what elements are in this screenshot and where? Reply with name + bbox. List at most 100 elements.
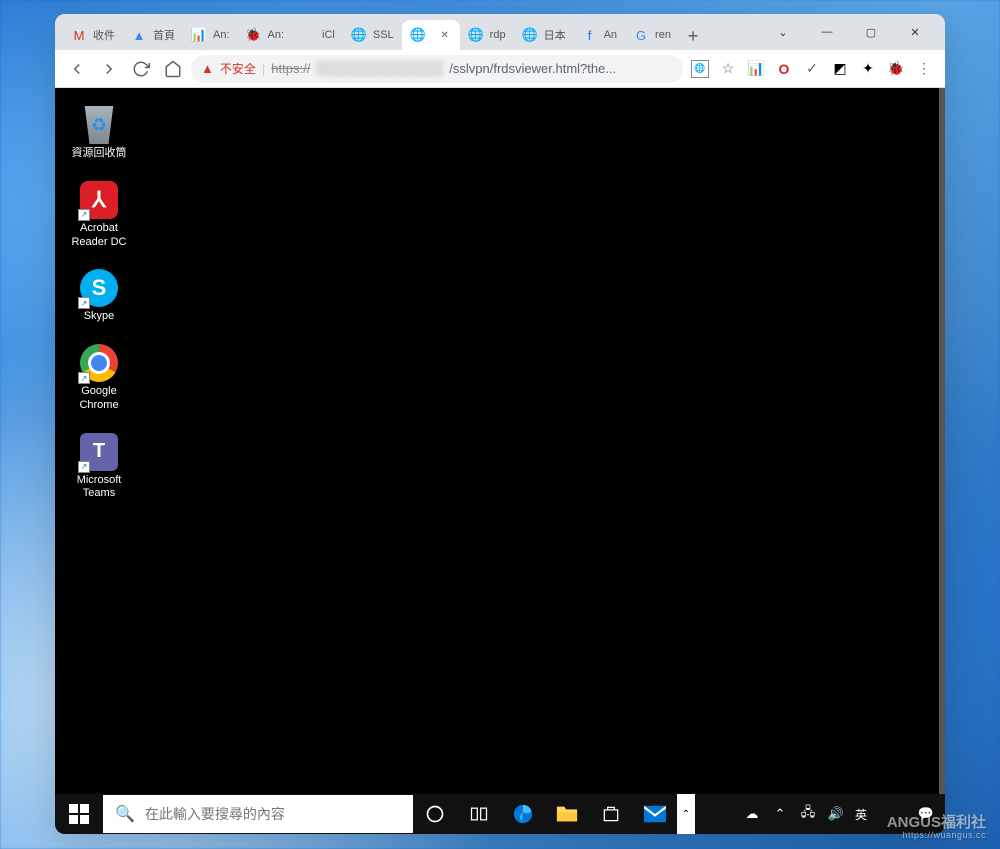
tray-caret-icon[interactable]: ⌃ bbox=[767, 794, 793, 834]
desktop-icon-chrome[interactable]: ↗GoogleChrome bbox=[69, 344, 129, 413]
tab-title: 收件 bbox=[93, 27, 115, 43]
forward-button[interactable] bbox=[95, 55, 123, 83]
cortana-icon[interactable] bbox=[413, 794, 457, 834]
maximize-button[interactable]: ▢ bbox=[849, 17, 893, 47]
tab-favicon: M bbox=[71, 27, 87, 43]
search-icon: 🔍 bbox=[115, 804, 135, 824]
tab-favicon bbox=[300, 27, 316, 43]
desktop-icon-label: AcrobatReader DC bbox=[71, 222, 126, 250]
tab-favicon: 📊 bbox=[191, 27, 207, 43]
tab-title: iCl bbox=[322, 29, 335, 41]
extensions-puzzle-icon[interactable]: ✦ bbox=[859, 60, 877, 78]
volume-icon[interactable]: 🔊 bbox=[823, 794, 849, 834]
store-icon[interactable] bbox=[589, 794, 633, 834]
translate-icon[interactable]: 🌐 bbox=[691, 60, 709, 78]
tab-title: rdp bbox=[490, 29, 506, 41]
warning-icon: ▲ bbox=[201, 61, 214, 76]
tab-close-icon[interactable]: ✕ bbox=[438, 28, 452, 42]
minimize-button[interactable]: ― bbox=[805, 17, 849, 47]
chart-ext-icon[interactable]: 📊 bbox=[747, 60, 765, 78]
browser-tab[interactable]: 🌐日本 bbox=[514, 20, 574, 50]
search-placeholder: 在此輸入要搜尋的內容 bbox=[145, 804, 285, 824]
tab-favicon: 🌐 bbox=[351, 27, 367, 43]
omnibox[interactable]: ▲ 不安全 | https://5█████████████/sslvpn/fr… bbox=[191, 55, 683, 83]
home-button[interactable] bbox=[159, 55, 187, 83]
shortcut-arrow-icon: ↗ bbox=[78, 209, 90, 221]
clock-area[interactable] bbox=[873, 794, 911, 834]
system-tray: ☁ ⌃ 🖧 🔊 英 💬 bbox=[739, 794, 945, 834]
back-button[interactable] bbox=[63, 55, 91, 83]
shortcut-arrow-icon: ↗ bbox=[78, 372, 90, 384]
desktop-icon-recycle[interactable]: 資源回收筒 bbox=[69, 106, 129, 161]
chrome-menu-icon[interactable]: ⋮ bbox=[915, 60, 933, 78]
chrome-browser-window: M收件▲首頁📊An:🐞An:iCl🌐SSL🌐✕🌐rdp🌐日本fAnGren + … bbox=[55, 14, 945, 834]
browser-tab[interactable]: 📊An: bbox=[183, 20, 238, 50]
opera-ext-icon[interactable]: O bbox=[775, 60, 793, 78]
notifications-icon[interactable]: 💬 bbox=[913, 794, 939, 834]
acrobat-icon: ⅄↗ bbox=[80, 181, 118, 219]
tab-favicon: G bbox=[633, 27, 649, 43]
tab-favicon: 🌐 bbox=[410, 27, 426, 43]
tray-overflow-button[interactable]: ⌃ bbox=[677, 794, 695, 834]
browser-tab[interactable]: 🌐 rdp bbox=[460, 20, 514, 50]
browser-tab[interactable]: Gren bbox=[625, 20, 679, 50]
browser-tab[interactable]: f An bbox=[574, 20, 625, 50]
browser-tab[interactable]: iCl bbox=[292, 20, 343, 50]
caret-down-button[interactable]: ⌄ bbox=[761, 17, 805, 47]
url-scheme: https:// bbox=[271, 61, 310, 76]
network-icon[interactable]: 🖧 bbox=[795, 794, 821, 834]
tab-favicon: 🐞 bbox=[246, 27, 262, 43]
desktop-icon-teams[interactable]: T↗ MicrosoftTeams bbox=[69, 433, 129, 502]
tab-title: An bbox=[604, 29, 617, 41]
remote-desktop-viewport[interactable]: 資源回收筒⅄↗AcrobatReader DCS↗Skype↗GoogleChr… bbox=[55, 88, 945, 834]
dark-ext-icon[interactable]: ◩ bbox=[831, 60, 849, 78]
browser-tab[interactable]: 🌐✕ bbox=[402, 20, 460, 50]
desktop-icons-column: 資源回收筒⅄↗AcrobatReader DCS↗Skype↗GoogleChr… bbox=[69, 106, 129, 501]
desktop-icon-label: GoogleChrome bbox=[79, 385, 118, 413]
weather-icon[interactable]: ☁ bbox=[739, 794, 765, 834]
tab-favicon: 🌐 bbox=[468, 27, 484, 43]
skype-icon: S↗ bbox=[80, 269, 118, 307]
tab-title: An: bbox=[268, 29, 285, 41]
bug-ext-icon[interactable]: 🐞 bbox=[887, 60, 905, 78]
mail-icon[interactable] bbox=[633, 794, 677, 834]
desktop-icon-label: MicrosoftTeams bbox=[77, 474, 122, 502]
browser-tab[interactable]: M 收件 bbox=[63, 20, 123, 50]
taskbar-search[interactable]: 🔍 在此輸入要搜尋的內容 bbox=[103, 795, 413, 833]
tab-title: ren bbox=[655, 29, 671, 41]
file-explorer-icon[interactable] bbox=[545, 794, 589, 834]
windows-logo-icon bbox=[69, 804, 89, 824]
tab-favicon: f bbox=[582, 27, 598, 43]
star-icon[interactable]: ☆ bbox=[719, 60, 737, 78]
browser-tab[interactable]: 🌐 SSL bbox=[343, 20, 402, 50]
shortcut-arrow-icon: ↗ bbox=[78, 461, 90, 473]
edge-icon[interactable] bbox=[501, 794, 545, 834]
tab-title: 日本 bbox=[544, 27, 566, 43]
start-button[interactable] bbox=[55, 794, 103, 834]
task-view-icon[interactable] bbox=[457, 794, 501, 834]
shortcut-arrow-icon: ↗ bbox=[78, 297, 90, 309]
browser-tab[interactable]: 🐞 An: bbox=[238, 20, 293, 50]
desktop-icon-acrobat[interactable]: ⅄↗ AcrobatReader DC bbox=[69, 181, 129, 250]
chrome-icon: ↗ bbox=[80, 344, 118, 382]
url-path: /sslvpn/frdsviewer.html?the... bbox=[449, 61, 616, 76]
tab-favicon: ▲ bbox=[131, 27, 147, 43]
viewer-edge-panel[interactable] bbox=[939, 88, 945, 834]
ime-language[interactable]: 英 bbox=[851, 806, 871, 823]
close-window-button[interactable]: ✕ bbox=[893, 17, 937, 47]
new-tab-button[interactable]: + bbox=[679, 22, 707, 50]
window-controls: ⌄ ― ▢ ✕ bbox=[761, 14, 937, 50]
extension-icons: 🌐 ☆ 📊 O ✓ ◩ ✦ 🐞 ⋮ bbox=[687, 60, 937, 78]
reload-button[interactable] bbox=[127, 55, 155, 83]
recycle-icon bbox=[80, 106, 118, 144]
tabs-bar: M收件▲首頁📊An:🐞An:iCl🌐SSL🌐✕🌐rdp🌐日本fAnGren + … bbox=[55, 14, 945, 50]
desktop-icon-label: 資源回收筒 bbox=[72, 147, 127, 161]
tab-title: SSL bbox=[373, 29, 394, 41]
address-bar: ▲ 不安全 | https://5█████████████/sslvpn/fr… bbox=[55, 50, 945, 88]
remote-taskbar: 🔍 在此輸入要搜尋的內容 ⌃ ☁ ⌃ 🖧 🔊 英 💬 bbox=[55, 794, 945, 834]
browser-tab[interactable]: ▲ 首頁 bbox=[123, 20, 183, 50]
tab-title: 首頁 bbox=[153, 27, 175, 43]
check-ext-icon[interactable]: ✓ bbox=[803, 60, 821, 78]
desktop-icon-skype[interactable]: S↗Skype bbox=[69, 269, 129, 324]
teams-icon: T↗ bbox=[80, 433, 118, 471]
